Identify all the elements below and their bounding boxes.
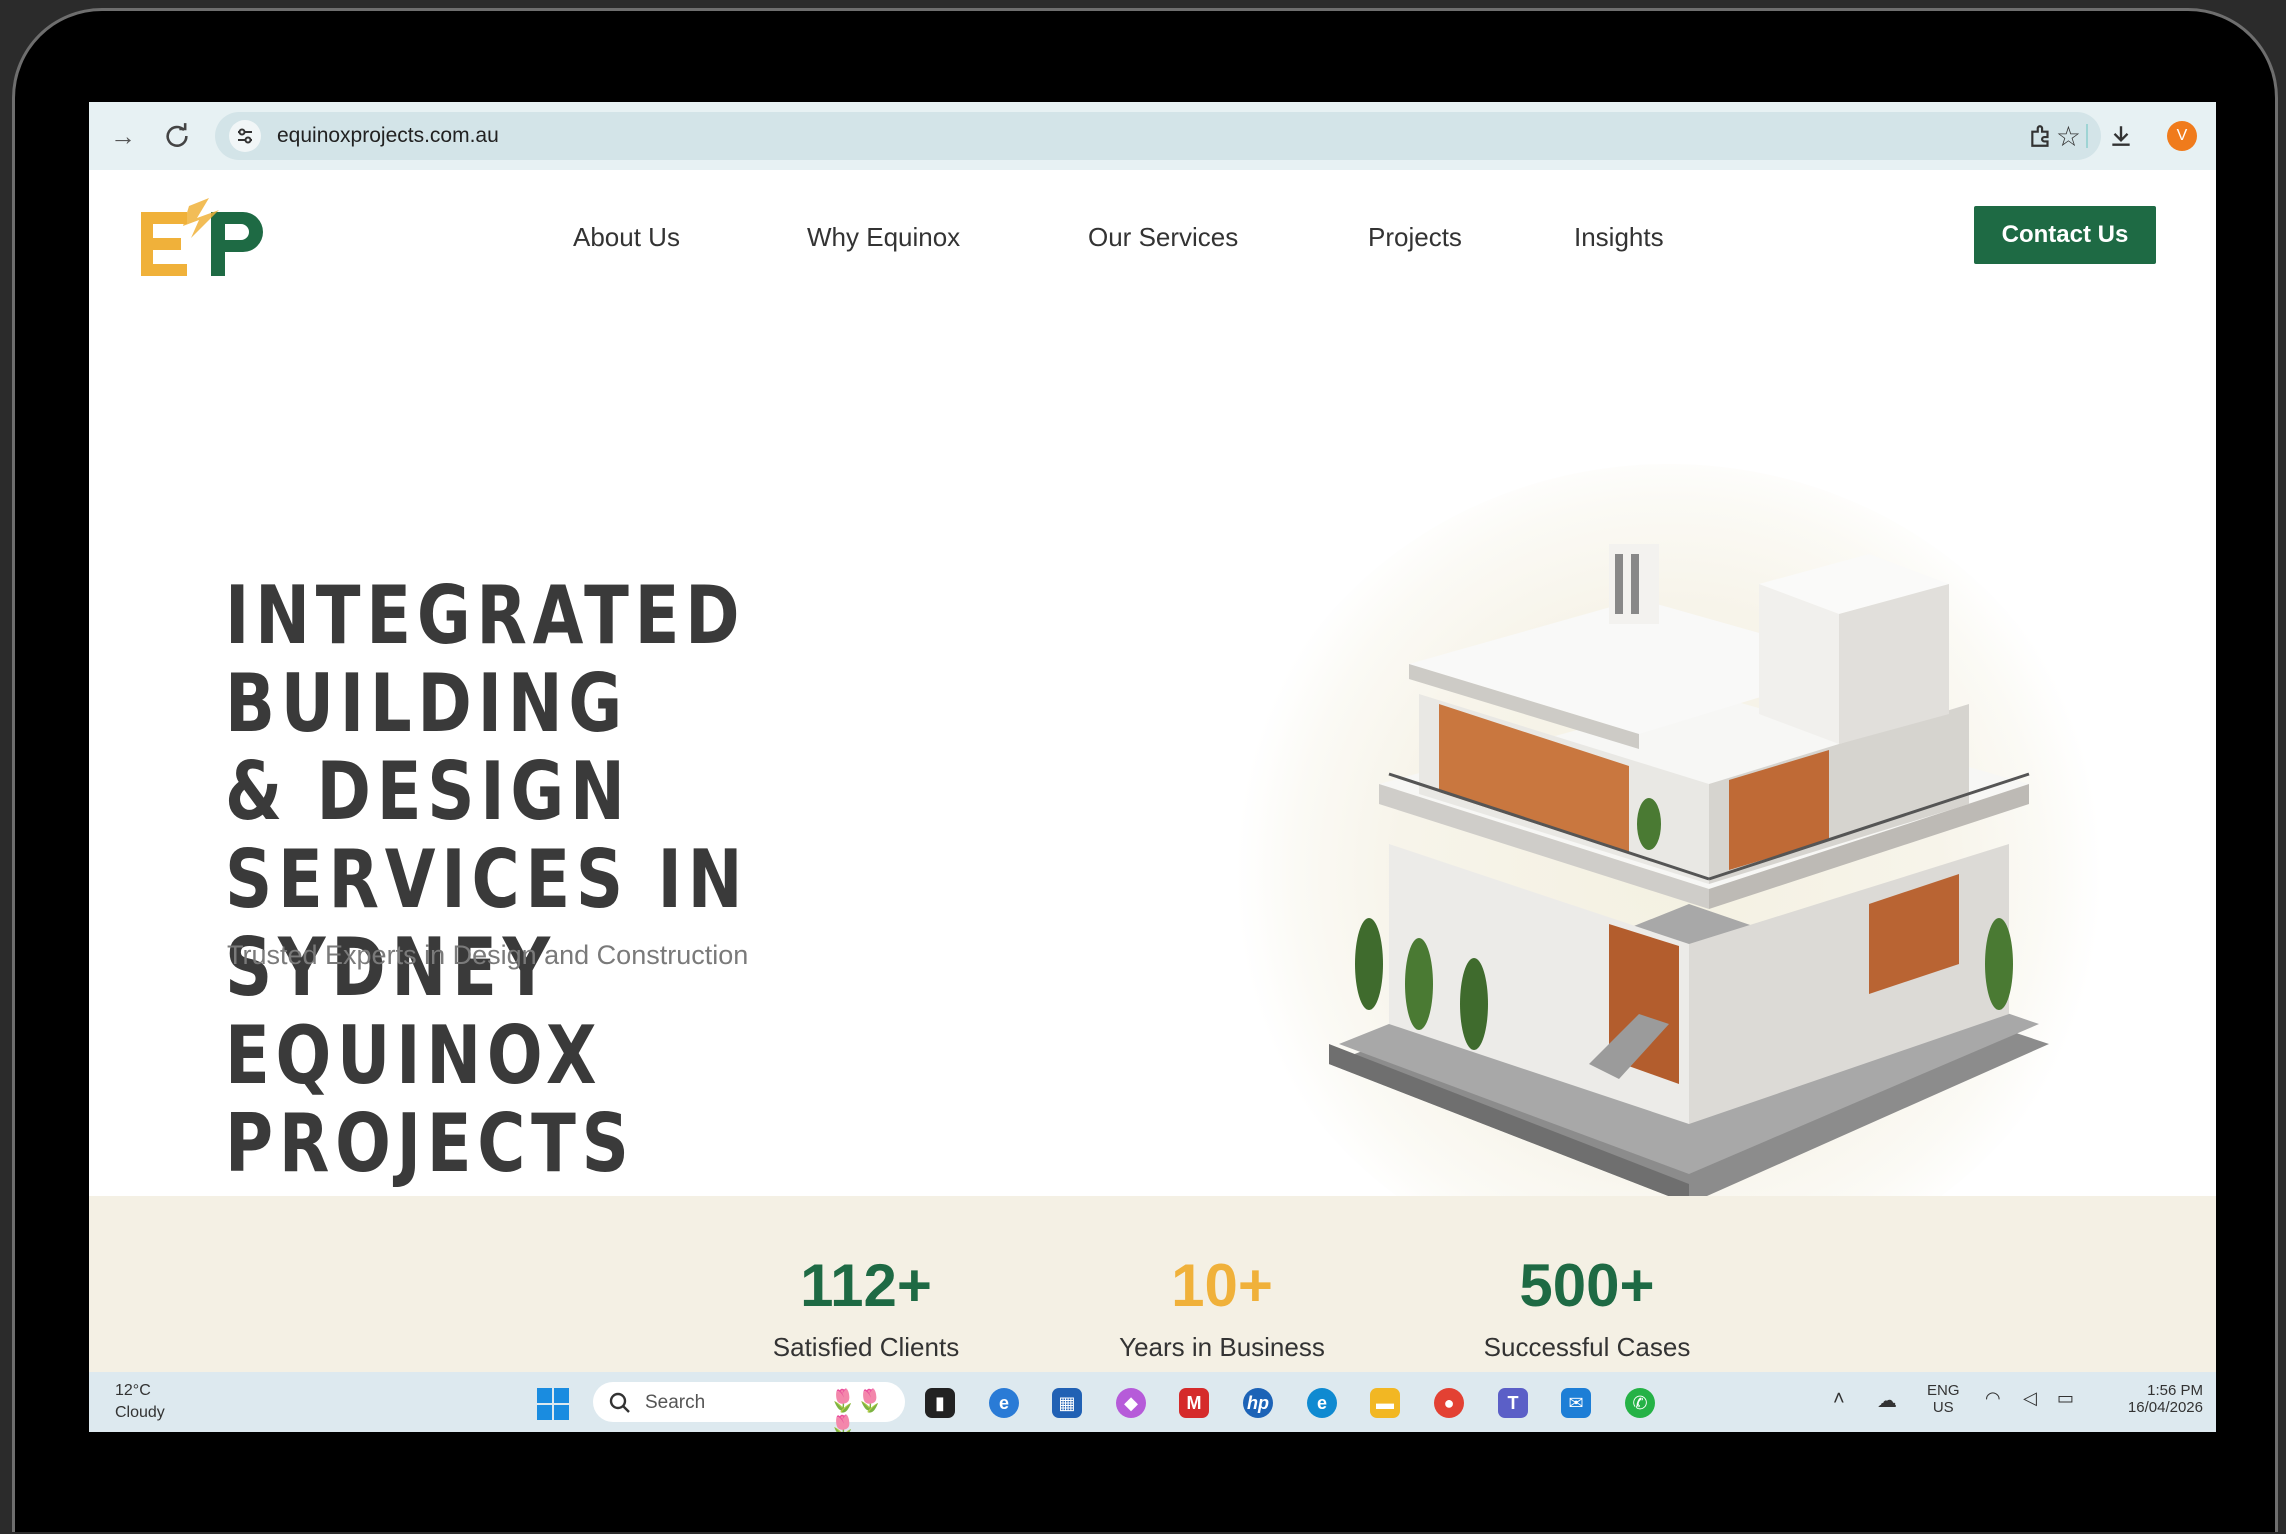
search-icon [609, 1392, 630, 1413]
profile-avatar[interactable]: V [2167, 121, 2197, 151]
wifi-icon[interactable]: ◠ [1985, 1388, 2001, 1409]
contact-us-button[interactable]: Contact Us [1974, 206, 2156, 264]
hp-icon[interactable]: hp [1243, 1388, 1273, 1418]
nav-insights[interactable]: Insights [1574, 222, 1664, 253]
stat-label: Successful Cases [1483, 1332, 1691, 1362]
download-icon[interactable] [2105, 120, 2137, 152]
bookmark-star-icon[interactable]: ☆ [2056, 120, 2081, 153]
edge-icon[interactable]: e [1307, 1388, 1337, 1418]
site-header: About Us Why Equinox Our Services Projec… [89, 170, 2216, 305]
search-label: Search [645, 1392, 706, 1413]
time-text: 1:56 PM [2147, 1382, 2203, 1399]
stats-section: 112+ Satisfied Clients 10+ Years in Busi… [89, 1196, 2216, 1372]
toolbar-divider [2086, 124, 2088, 148]
browser-toolbar: → equinoxprojects.com.au ☆ V [89, 102, 2216, 171]
stat-label: Satisfied Clients [772, 1332, 960, 1362]
extensions-icon[interactable] [2025, 120, 2057, 152]
clock[interactable]: 1:56 PM 16/04/2026 [2113, 1382, 2203, 1416]
site-settings-icon[interactable] [229, 120, 261, 152]
nav-our-services[interactable]: Our Services [1088, 222, 1238, 253]
stat-successful-cases: 500+ Successful Cases [1437, 1196, 1737, 1363]
modern-house-image [1329, 544, 2049, 1204]
language-code: ENG [1927, 1382, 1960, 1399]
stat-value: 112+ [800, 1252, 932, 1319]
nav-about-us[interactable]: About Us [573, 222, 680, 253]
forward-icon[interactable]: → [107, 120, 139, 152]
file-explorer-icon[interactable]: ▬ [1370, 1388, 1400, 1418]
hero-section: INTEGRATED BUILDING & DESIGN SERVICES IN… [89, 304, 2216, 1284]
copilot-icon[interactable]: e [989, 1388, 1019, 1418]
volume-icon[interactable]: ◁ [2023, 1388, 2037, 1409]
language-indicator[interactable]: ENG US [1927, 1382, 1960, 1416]
url-text[interactable]: equinoxprojects.com.au [277, 124, 499, 148]
store-icon[interactable]: ▦ [1052, 1388, 1082, 1418]
hero-subtitle: Trusted Experts in Design and Constructi… [227, 940, 749, 970]
address-bar[interactable]: equinoxprojects.com.au ☆ [215, 112, 2101, 160]
onedrive-icon[interactable]: ☁ [1877, 1388, 1897, 1413]
windows-taskbar: 12°C Cloudy Search 🌷🌷🌷 ▮ e ▦ ◆ M hp e ▬ … [89, 1372, 2216, 1432]
stat-label: Years in Business [1119, 1332, 1325, 1362]
whatsapp-icon[interactable]: ✆ [1625, 1388, 1655, 1418]
region-code: US [1932, 1399, 1954, 1416]
hero-title: INTEGRATED BUILDING & DESIGN SERVICES IN… [225, 569, 749, 1190]
outlook-icon[interactable]: ✉ [1561, 1388, 1591, 1418]
chrome-icon[interactable]: ● [1434, 1388, 1464, 1418]
battery-icon[interactable]: ▭ [2057, 1388, 2074, 1409]
stat-value: 10+ [1171, 1252, 1273, 1319]
taskbar-search[interactable]: Search 🌷🌷🌷 [593, 1382, 905, 1432]
date-text: 16/04/2026 [2127, 1399, 2203, 1416]
microsoft-365-icon[interactable]: ◆ [1116, 1388, 1146, 1418]
teams-icon[interactable]: T [1498, 1388, 1528, 1418]
windows-start-icon[interactable] [537, 1388, 569, 1420]
weather-temp[interactable]: 12°C [115, 1382, 151, 1400]
mcafee-icon[interactable]: M [1179, 1388, 1209, 1418]
stat-satisfied-clients: 112+ Satisfied Clients [716, 1196, 1016, 1363]
tulips-icon: 🌷🌷🌷 [829, 1388, 884, 1432]
nav-why-equinox[interactable]: Why Equinox [807, 222, 960, 253]
reload-icon[interactable] [161, 120, 193, 152]
nav-projects[interactable]: Projects [1368, 222, 1462, 253]
stat-years-in-business: 10+ Years in Business [1072, 1196, 1372, 1363]
screen: → equinoxprojects.com.au ☆ V About Us Wh… [89, 102, 2216, 1432]
stat-value: 500+ [1519, 1252, 1655, 1319]
chevron-up-icon[interactable]: ˄ [1833, 1388, 1845, 1411]
weather-condition[interactable]: Cloudy [115, 1404, 165, 1422]
equinox-logo[interactable] [139, 198, 279, 278]
task-view-icon[interactable]: ▮ [925, 1388, 955, 1418]
